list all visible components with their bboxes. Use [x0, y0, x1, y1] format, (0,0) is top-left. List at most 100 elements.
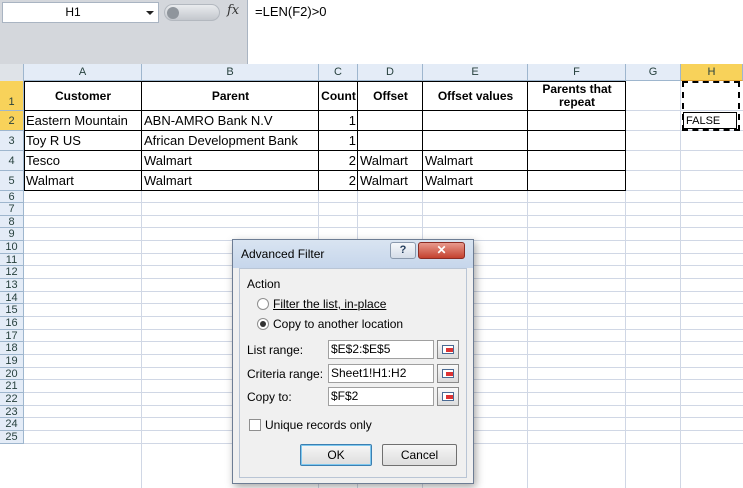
cell-d2[interactable]: [358, 111, 423, 131]
row-header-24[interactable]: 24: [0, 418, 24, 431]
copy-to-location-label[interactable]: Copy to another location: [273, 317, 403, 331]
cell-a2[interactable]: Eastern Mountain: [24, 111, 142, 131]
table-border-line: [527, 81, 528, 191]
list-range-collapse-button[interactable]: [437, 340, 459, 359]
column-header-d[interactable]: D: [358, 64, 423, 81]
filter-in-place-radio[interactable]: [257, 298, 269, 310]
copy-to-collapse-button[interactable]: [437, 387, 459, 406]
formula-input[interactable]: =LEN(F2)>0: [247, 0, 743, 64]
cell-b2[interactable]: ABN-AMRO Bank N.V: [142, 111, 319, 131]
column-header-a[interactable]: A: [24, 64, 142, 81]
cell-c2[interactable]: 1: [319, 111, 358, 131]
filter-in-place-label[interactable]: Filter the list, in-place: [273, 297, 386, 311]
row-header-9[interactable]: 9: [0, 228, 24, 241]
chevron-down-icon[interactable]: [146, 11, 154, 15]
row-header-19[interactable]: 19: [0, 355, 24, 368]
cell-e2[interactable]: [423, 111, 528, 131]
cell-d4[interactable]: Walmart: [358, 151, 423, 171]
column-header-c[interactable]: C: [319, 64, 358, 81]
header-cell-e[interactable]: Offset values: [423, 81, 528, 111]
list-range-label: List range:: [247, 343, 304, 357]
cell-c5[interactable]: 2: [319, 171, 358, 191]
row-header-2[interactable]: 2: [0, 111, 24, 131]
cell-a4[interactable]: Tesco: [24, 151, 142, 171]
column-header-b[interactable]: B: [142, 64, 319, 81]
splitter-dot-icon: [167, 7, 179, 19]
row-header-20[interactable]: 20: [0, 368, 24, 380]
column-header-f[interactable]: F: [528, 64, 626, 81]
cell-f5[interactable]: [528, 171, 626, 191]
criteria-range-label: Criteria range:: [247, 367, 324, 381]
cell-a5[interactable]: Walmart: [24, 171, 142, 191]
row-header-5[interactable]: 5: [0, 171, 24, 191]
range-select-icon: [442, 345, 454, 354]
row-gridline: [24, 227, 743, 228]
row-header-3[interactable]: 3: [0, 131, 24, 151]
row-header-13[interactable]: 13: [0, 279, 24, 292]
cancel-button[interactable]: Cancel: [382, 444, 457, 466]
row-header-15[interactable]: 15: [0, 304, 24, 317]
row-header-8[interactable]: 8: [0, 216, 24, 228]
row-header-11[interactable]: 11: [0, 254, 24, 266]
cell-e5[interactable]: Walmart: [423, 171, 528, 191]
table-border-line: [141, 81, 142, 191]
cell-b3[interactable]: African Development Bank: [142, 131, 319, 151]
unique-records-label[interactable]: Unique records only: [265, 418, 372, 432]
cell-c3[interactable]: 1: [319, 131, 358, 151]
header-cell-a[interactable]: Customer: [24, 81, 142, 111]
row-header-23[interactable]: 23: [0, 406, 24, 418]
cell-h2[interactable]: FALSE: [683, 112, 737, 129]
row-header-16[interactable]: 16: [0, 317, 24, 330]
column-header-e[interactable]: E: [423, 64, 528, 81]
table-border-line: [24, 130, 626, 131]
ok-button[interactable]: OK: [300, 444, 372, 466]
cell-f4[interactable]: [528, 151, 626, 171]
select-all-corner[interactable]: [0, 64, 24, 81]
cell-b5[interactable]: Walmart: [142, 171, 319, 191]
cell-d5[interactable]: Walmart: [358, 171, 423, 191]
formula-bar-controls: fx: [160, 2, 246, 23]
cell-d3[interactable]: [358, 131, 423, 151]
copy-to-input[interactable]: $F$2: [328, 387, 434, 406]
cell-f2[interactable]: [528, 111, 626, 131]
row-header-7[interactable]: 7: [0, 203, 24, 216]
copy-to-location-radio[interactable]: [257, 318, 269, 330]
list-range-input[interactable]: $E$2:$E$5: [328, 340, 434, 359]
cell-a3[interactable]: Toy R US: [24, 131, 142, 151]
formula-bar-splitter[interactable]: [164, 4, 220, 21]
row-header-14[interactable]: 14: [0, 292, 24, 304]
row-header-25[interactable]: 25: [0, 431, 24, 444]
criteria-range-input[interactable]: Sheet1!H1:H2: [328, 364, 434, 383]
name-box[interactable]: H1: [2, 2, 159, 23]
advanced-filter-dialog: Advanced Filter ? ✕ Action Filter the li…: [232, 239, 474, 484]
cell-c4[interactable]: 2: [319, 151, 358, 171]
unique-records-checkbox[interactable]: [249, 419, 261, 431]
row-header-4[interactable]: 4: [0, 151, 24, 171]
header-cell-f[interactable]: Parents that repeat: [528, 81, 626, 111]
table-border-line: [24, 81, 626, 82]
cell-e3[interactable]: [423, 131, 528, 151]
dialog-titlebar[interactable]: Advanced Filter ? ✕: [233, 240, 473, 268]
close-button[interactable]: ✕: [418, 242, 465, 259]
row-header-17[interactable]: 17: [0, 330, 24, 342]
criteria-range-collapse-button[interactable]: [437, 364, 459, 383]
row-header-10[interactable]: 10: [0, 241, 24, 254]
copy-to-label: Copy to:: [247, 390, 292, 404]
cell-e4[interactable]: Walmart: [423, 151, 528, 171]
header-cell-c[interactable]: Count: [319, 81, 358, 111]
header-cell-b[interactable]: Parent: [142, 81, 319, 111]
range-select-icon: [442, 369, 454, 378]
row-header-12[interactable]: 12: [0, 266, 24, 279]
column-header-h[interactable]: H: [681, 64, 743, 81]
row-header-22[interactable]: 22: [0, 393, 24, 406]
row-header-1[interactable]: 1: [0, 81, 24, 111]
row-header-21[interactable]: 21: [0, 380, 24, 393]
column-header-g[interactable]: G: [626, 64, 681, 81]
row-header-6[interactable]: 6: [0, 191, 24, 203]
cell-b4[interactable]: Walmart: [142, 151, 319, 171]
cell-f3[interactable]: [528, 131, 626, 151]
help-button[interactable]: ?: [390, 242, 416, 259]
header-cell-d[interactable]: Offset: [358, 81, 423, 111]
insert-function-icon[interactable]: fx: [227, 3, 239, 18]
row-header-18[interactable]: 18: [0, 342, 24, 355]
